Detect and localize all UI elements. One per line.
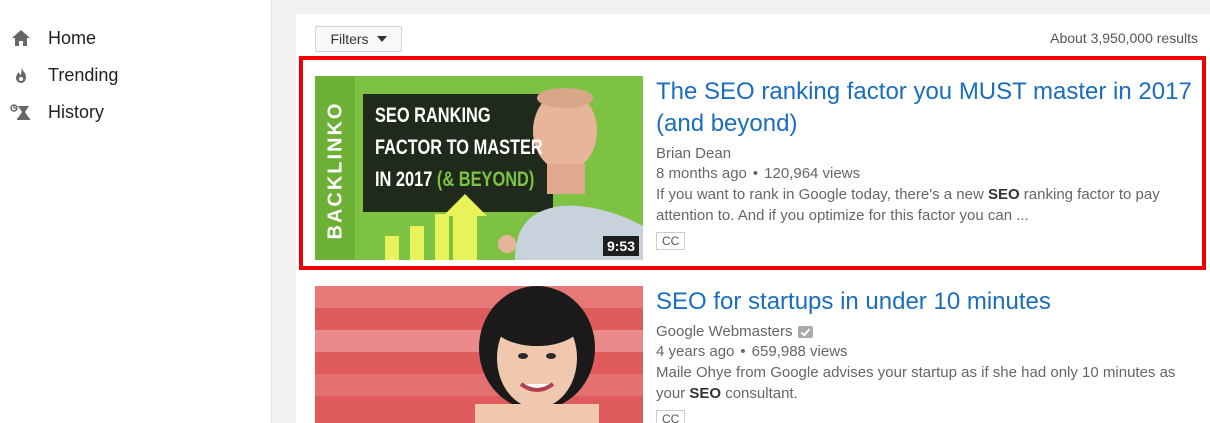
view-count: 120,964 views bbox=[764, 165, 861, 182]
video-description: If you want to rank in Google today, the… bbox=[656, 186, 1160, 224]
channel-name[interactable]: Google Webmasters bbox=[656, 322, 1196, 342]
flame-icon bbox=[10, 64, 32, 86]
sidebar-item-home[interactable]: Home bbox=[10, 23, 96, 53]
video-title[interactable]: SEO for startups in under 10 minutes bbox=[656, 286, 1196, 318]
sidebar: Home Trending History bbox=[0, 0, 272, 423]
filters-button[interactable]: Filters bbox=[315, 26, 402, 52]
video-title[interactable]: The SEO ranking factor you MUST master i… bbox=[656, 76, 1196, 140]
sidebar-item-history[interactable]: History bbox=[10, 97, 104, 127]
filters-label: Filters bbox=[330, 31, 369, 47]
cc-badge: CC bbox=[656, 410, 686, 423]
home-icon bbox=[10, 27, 32, 49]
sidebar-item-label: Trending bbox=[48, 64, 119, 85]
history-icon bbox=[10, 101, 32, 123]
video-meta: 4 years ago • 659,988 views bbox=[656, 343, 848, 360]
video-age: 8 months ago bbox=[656, 165, 747, 182]
cc-badge: CC bbox=[656, 232, 686, 250]
results-count: About 3,950,000 results bbox=[1050, 30, 1198, 46]
video-duration: 9:53 bbox=[602, 236, 639, 256]
video-result[interactable]: BACKLINKO SEO RANKING FACTOR TO MASTER I… bbox=[315, 76, 1205, 260]
video-thumbnail[interactable] bbox=[315, 286, 643, 423]
video-description: Maile Ohye from Google advises your star… bbox=[656, 364, 1176, 402]
sidebar-item-label: History bbox=[48, 101, 105, 122]
video-result[interactable]: SEO for startups in under 10 minutes Goo… bbox=[315, 286, 1205, 423]
thumbnail-brand: BACKLINKO bbox=[324, 101, 347, 239]
sidebar-item-label: Home bbox=[48, 27, 97, 48]
channel-name[interactable]: Brian Dean bbox=[656, 144, 1196, 164]
view-count: 659,988 views bbox=[751, 343, 848, 360]
video-info: The SEO ranking factor you MUST master i… bbox=[656, 76, 1196, 250]
search-results: Filters About 3,950,000 results BACKLINK… bbox=[296, 14, 1210, 423]
thumbnail-headline: SEO RANKING FACTOR TO MASTER IN 2017 (& … bbox=[375, 104, 543, 191]
video-thumbnail[interactable]: BACKLINKO SEO RANKING FACTOR TO MASTER I… bbox=[315, 76, 643, 260]
caret-down-icon bbox=[376, 36, 387, 42]
video-age: 4 years ago bbox=[656, 343, 735, 360]
verified-icon bbox=[798, 326, 814, 338]
video-meta: 8 months ago • 120,964 views bbox=[656, 165, 861, 182]
video-info: SEO for startups in under 10 minutes Goo… bbox=[656, 286, 1196, 423]
sidebar-item-trending[interactable]: Trending bbox=[10, 60, 118, 90]
